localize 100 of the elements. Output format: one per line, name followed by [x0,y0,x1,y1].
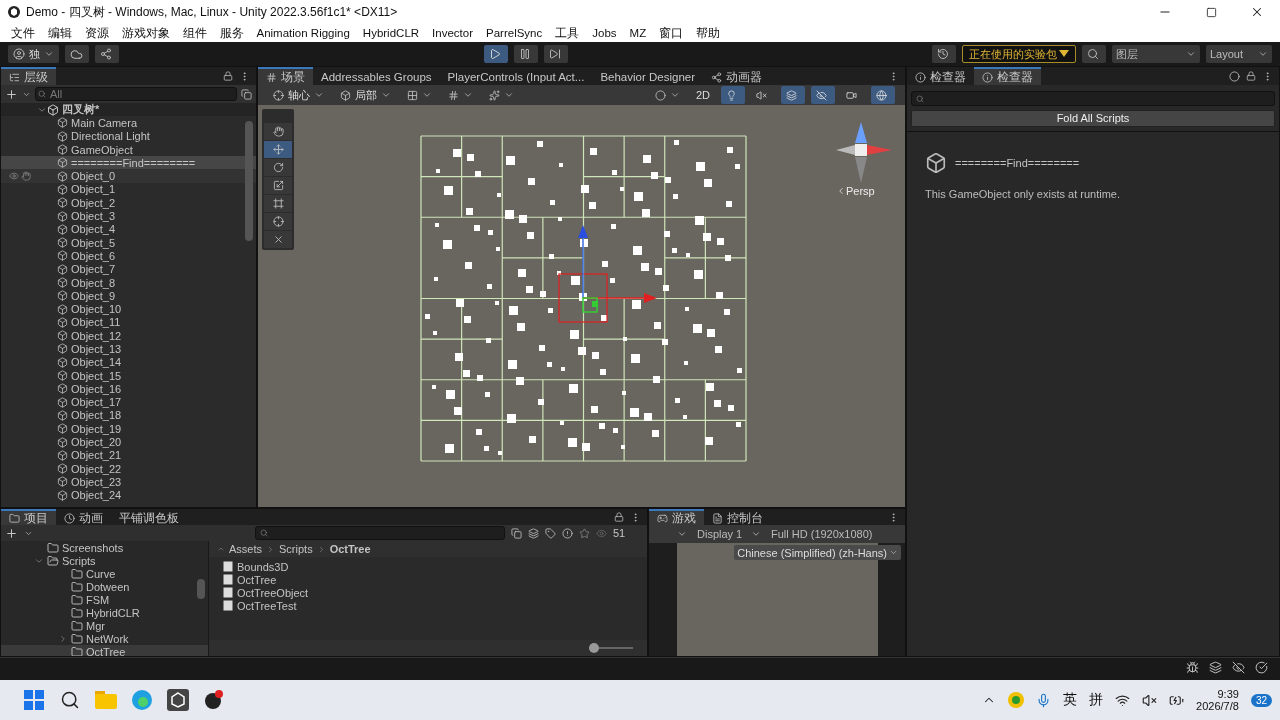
menu-item[interactable]: Animation Rigging [250,24,357,42]
scene-root-item[interactable]: 四叉树* [1,103,256,117]
scene-tool-button[interactable] [264,177,292,194]
search-field[interactable] [255,526,505,540]
menu-item[interactable]: 服务 [213,24,250,42]
step-button[interactable] [543,45,568,63]
add-icon[interactable] [5,87,18,101]
fold-all-scripts-button[interactable]: Fold All Scripts [911,110,1275,127]
scene-tool-button[interactable] [264,195,292,212]
hierarchy-item[interactable]: GameObject [1,142,256,157]
scene-tool-button[interactable] [264,213,292,230]
orientation-gizmo[interactable] [836,122,892,183]
folder-item[interactable]: Dotween [1,580,208,593]
cloud-button[interactable] [65,45,89,63]
panel-tab[interactable]: PlayerControls (Input Act... [439,67,593,85]
folder-item[interactable]: NetWork [1,632,208,645]
microphone-icon[interactable] [1036,692,1052,708]
menu-item[interactable]: HybridCLR [356,24,426,42]
file-name[interactable]: OctTreeTest [237,599,297,612]
input-mode[interactable]: 拼 [1089,691,1104,709]
breadcrumb-link[interactable]: Scripts [279,543,313,555]
hierarchy-item[interactable]: Object_10 [1,302,256,316]
panel-tab[interactable]: 层级 [1,67,56,85]
slider-thumb[interactable] [589,643,599,653]
layers-dropdown[interactable]: 图层 [1112,45,1200,63]
view-toggle[interactable] [871,86,895,104]
hierarchy-item[interactable]: Directional Light [1,129,256,143]
view-toggle[interactable] [721,86,745,104]
hierarchy-item[interactable]: Object_13 [1,342,256,356]
breadcrumb-link[interactable]: Assets [229,543,262,555]
hierarchy-item[interactable]: Object_16 [1,382,256,396]
panel-tab[interactable]: 控制台 [704,509,771,525]
menu-item[interactable]: 窗口 [652,24,690,42]
folder-item[interactable]: Mgr [1,619,208,632]
hierarchy-item[interactable]: Object_8 [1,275,256,290]
file-name[interactable]: OctTree [237,573,277,586]
hierarchy-item[interactable]: Object_11 [1,315,256,330]
move-gizmo[interactable] [558,225,657,323]
folder-item[interactable]: Curve [1,567,208,580]
hierarchy-item[interactable]: Object_4 [1,222,256,236]
view-toggle[interactable] [781,86,805,104]
menu-item[interactable]: 组件 [176,24,213,42]
hierarchy-item[interactable]: Object_5 [1,235,256,250]
hierarchy-item[interactable]: Object_12 [1,329,256,343]
panel-tab[interactable]: 检查器 [974,67,1041,85]
hierarchy-item[interactable]: Object_21 [1,448,256,462]
panel-tab[interactable]: 场景 [258,67,313,85]
menu-item[interactable]: 文件 [4,24,41,42]
folder-item[interactable]: Screenshots [1,541,208,554]
scene-tool-button[interactable] [264,123,292,140]
hierarchy-item[interactable]: Object_3 [1,209,256,223]
menu-item[interactable]: 工具 [548,24,586,42]
hierarchy-item[interactable]: Object_17 [1,395,256,409]
layout-dropdown[interactable]: Layout [1206,45,1272,63]
file-name[interactable]: Bounds3D [237,560,289,573]
view-toggle[interactable] [811,86,835,104]
hierarchy-item[interactable]: Object_15 [1,368,256,383]
hierarchy-item[interactable]: Object_2 [1,196,256,210]
hierarchy-item[interactable]: Main Camera [1,116,256,130]
file-name[interactable]: OctTreeObject [237,586,309,599]
panel-tab[interactable]: Addressables Groups [313,67,440,85]
history-button[interactable] [932,45,956,63]
experimental-packages-button[interactable]: 正在使用的实验包 [962,45,1076,63]
hierarchy-item[interactable]: Object_14 [1,355,256,369]
hierarchy-item[interactable]: Object_1 [1,182,256,197]
menu-item[interactable]: 资源 [78,24,115,42]
hierarchy-item[interactable]: Object_24 [1,488,256,502]
hierarchy-item[interactable]: Object_20 [1,435,256,449]
hierarchy-item[interactable]: Object_6 [1,249,256,263]
menu-item[interactable]: 编辑 [41,24,78,42]
scene-tool-button[interactable] [264,159,292,176]
hierarchy-item[interactable]: Object_7 [1,262,256,276]
folder-item[interactable]: Scripts [1,554,208,567]
search-field[interactable]: All [35,87,237,101]
folder-item[interactable]: OctTree [1,645,208,656]
hierarchy-item[interactable]: Object_0 [1,169,256,183]
panel-tab[interactable]: 游戏 [649,509,704,525]
scrollbar[interactable] [197,579,205,599]
panel-tab[interactable]: 动画器 [703,67,770,85]
panel-tab[interactable]: Behavior Designer [592,67,703,85]
add-icon[interactable] [5,526,18,540]
hierarchy-item[interactable]: Object_22 [1,462,256,476]
panel-tab[interactable]: 检查器 [907,67,974,85]
breadcrumb-link[interactable]: OctTree [329,543,371,555]
panel-tab[interactable]: 项目 [1,509,56,525]
hierarchy-item[interactable]: Object_23 [1,475,256,489]
collaborate-button[interactable] [95,45,119,63]
notification-badge[interactable]: 32 [1250,693,1272,707]
scrollbar[interactable] [245,121,253,241]
panel-tab[interactable]: 动画 [56,509,111,525]
mute-icon[interactable] [1142,692,1158,708]
menu-item[interactable]: 游戏对象 [115,24,176,42]
account-button[interactable]: 独 [8,45,59,63]
search-button[interactable] [1082,45,1106,63]
pause-button[interactable] [513,45,538,63]
play-button[interactable] [483,45,508,63]
clock-time[interactable]: 9:39 [1217,688,1239,700]
folder-item[interactable]: FSM [1,593,208,606]
scene-tool-button[interactable] [264,231,292,248]
hierarchy-item[interactable]: Object_18 [1,408,256,423]
